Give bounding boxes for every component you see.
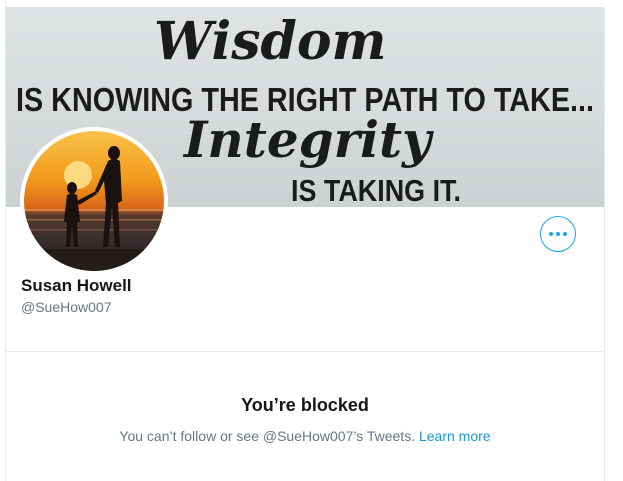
learn-more-link[interactable]: Learn more <box>419 428 491 444</box>
profile-handle: @SueHow007 <box>21 299 112 315</box>
avatar-photo <box>24 131 164 271</box>
more-options-button[interactable] <box>540 216 576 252</box>
more-horizontal-icon <box>549 232 567 236</box>
banner-line-4: IS TAKING IT. <box>291 173 461 207</box>
profile-name: Susan Howell <box>21 276 132 295</box>
profile-page: Wisdom IS KNOWING THE RIGHT PATH TO TAKE… <box>5 0 606 481</box>
blocked-title: You’re blocked <box>241 395 369 415</box>
divider <box>6 351 604 352</box>
top-edge <box>6 0 606 7</box>
avatar[interactable] <box>20 127 168 275</box>
banner-line-1: Wisdom <box>154 11 387 72</box>
blocked-message-container: You can’t follow or see @SueHow007’s Twe… <box>6 428 604 444</box>
blocked-message: You can’t follow or see @SueHow007’s Twe… <box>119 428 416 444</box>
banner-line-3: Integrity <box>182 110 434 169</box>
